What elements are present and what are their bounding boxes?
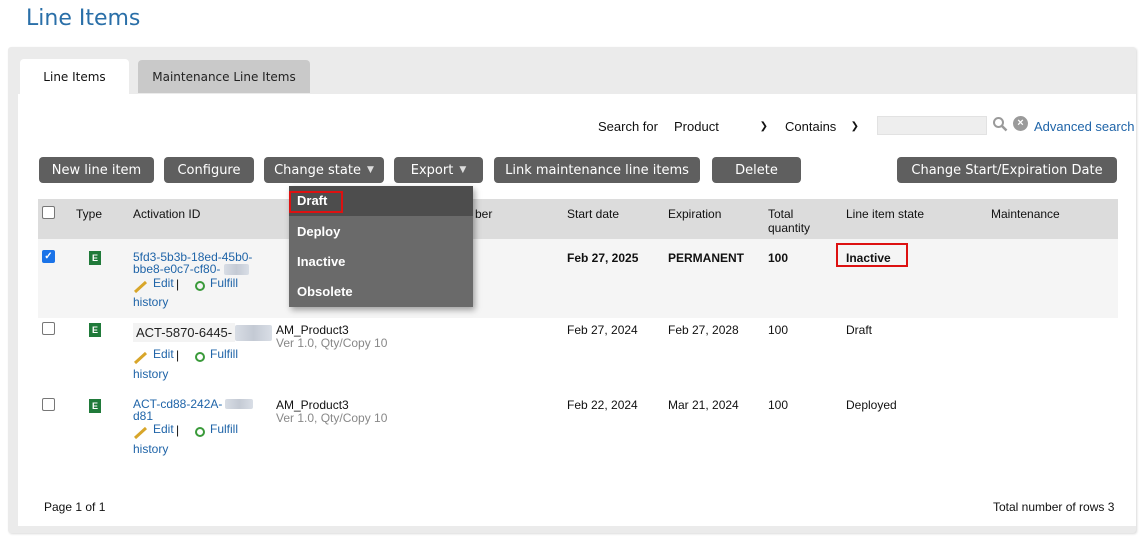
total-quantity: 100	[768, 251, 789, 265]
col-type[interactable]: Type	[76, 207, 102, 221]
start-date: Feb 27, 2024	[567, 323, 638, 337]
fulfill-icon	[195, 352, 205, 362]
select-all-checkbox[interactable]	[42, 206, 55, 219]
link-maintenance-button[interactable]: Link maintenance line items	[494, 157, 700, 183]
configure-button[interactable]: Configure	[164, 157, 254, 183]
fulfill-link[interactable]: Fulfill	[210, 348, 238, 361]
activation-id-text: ACT-5870-6445-	[133, 323, 236, 342]
history-link[interactable]: history	[133, 368, 168, 381]
edit-link[interactable]: Edit	[153, 348, 174, 361]
fulfill-icon	[195, 281, 205, 291]
expiration: PERMANENT	[668, 251, 745, 265]
change-state-button[interactable]: Change state ▼	[264, 157, 384, 183]
col-activation-id[interactable]: Activation ID	[133, 207, 200, 221]
total-rows: Total number of rows 3	[993, 500, 1115, 514]
fulfill-link[interactable]: Fulfill	[210, 423, 238, 436]
expiration: Feb 27, 2028	[668, 323, 739, 337]
search-field-value: Product	[674, 118, 719, 134]
redacted-id	[235, 325, 272, 341]
col-number[interactable]: ber	[475, 207, 492, 221]
search-operator-value: Contains	[785, 118, 837, 134]
fulfill-link[interactable]: Fulfill	[210, 277, 238, 290]
pencil-icon[interactable]	[133, 351, 149, 365]
col-expiration[interactable]: Expiration	[668, 207, 721, 221]
history-link[interactable]: history	[133, 296, 168, 309]
new-line-item-button[interactable]: New line item	[39, 157, 154, 183]
type-badge: E	[89, 251, 101, 265]
separator: |	[176, 423, 180, 437]
change-state-label: Change state	[274, 162, 361, 178]
total-quantity: 100	[768, 398, 789, 412]
total-quantity: 100	[768, 323, 789, 337]
separator: |	[176, 277, 180, 291]
row-checkbox[interactable]	[42, 322, 55, 335]
expiration: Mar 21, 2024	[668, 398, 739, 412]
delete-button[interactable]: Delete	[712, 157, 801, 183]
activation-id-link-line2[interactable]: d81	[133, 410, 153, 423]
type-badge: E	[89, 323, 101, 337]
row-checkbox[interactable]: ✓	[42, 250, 55, 263]
col-total-quantity[interactable]: Total quantity	[768, 207, 818, 235]
redacted-id	[225, 399, 253, 409]
export-label: Export	[410, 162, 454, 178]
fulfill-icon	[195, 427, 205, 437]
edit-link[interactable]: Edit	[153, 423, 174, 436]
col-maintenance[interactable]: Maintenance	[991, 207, 1060, 221]
row-checkbox[interactable]	[42, 398, 55, 411]
chevron-down-icon: ❯	[850, 120, 859, 132]
search-for-label: Search for	[598, 119, 658, 134]
change-dates-button[interactable]: Change Start/Expiration Date	[897, 157, 1117, 183]
edit-link[interactable]: Edit	[153, 277, 174, 290]
pencil-icon[interactable]	[133, 426, 149, 440]
tab-maintenance-line-items[interactable]: Maintenance Line Items	[138, 60, 310, 93]
chevron-down-icon: ❯	[759, 120, 768, 132]
type-badge: E	[89, 399, 101, 413]
col-line-item-state[interactable]: Line item state	[846, 207, 924, 221]
advanced-search-link[interactable]: Advanced search	[1034, 119, 1134, 134]
page-title: Line Items	[26, 6, 141, 31]
caret-down-icon: ▼	[366, 165, 374, 175]
col-start-date[interactable]: Start date	[567, 207, 619, 221]
start-date: Feb 22, 2024	[567, 398, 638, 412]
product-version: Ver 1.0, Qty/Copy 10	[276, 411, 388, 425]
export-button[interactable]: Export ▼	[394, 157, 483, 183]
tab-line-items[interactable]: Line Items	[20, 59, 129, 95]
history-link[interactable]: history	[133, 443, 168, 456]
clear-search-icon[interactable]: ×	[1013, 116, 1028, 131]
search-operator-select[interactable]: Contains ❯	[785, 116, 859, 136]
menu-item-obsolete[interactable]: Obsolete	[289, 277, 473, 307]
product-version: Ver 1.0, Qty/Copy 10	[276, 336, 388, 350]
line-item-state: Deployed	[846, 398, 897, 412]
search-field-select[interactable]: Product ❯	[674, 116, 768, 136]
page-info: Page 1 of 1	[44, 500, 106, 514]
caret-down-icon: ▼	[459, 165, 467, 175]
product-name: AM_Product3	[276, 323, 349, 337]
activation-id-link-line2[interactable]: bbe8-e0c7-cf80-	[133, 263, 220, 276]
menu-item-inactive[interactable]: Inactive	[289, 247, 473, 277]
start-date: Feb 27, 2025	[567, 251, 639, 265]
redacted-id	[224, 264, 249, 275]
separator: |	[176, 348, 180, 362]
menu-item-deploy[interactable]: Deploy	[289, 217, 473, 247]
highlight-box	[836, 243, 908, 267]
search-icon[interactable]	[992, 116, 1008, 132]
search-input[interactable]	[877, 116, 987, 135]
highlight-box	[289, 191, 343, 213]
product-name: AM_Product3	[276, 398, 349, 412]
line-item-state: Draft	[846, 323, 873, 337]
pencil-icon[interactable]	[133, 280, 149, 294]
